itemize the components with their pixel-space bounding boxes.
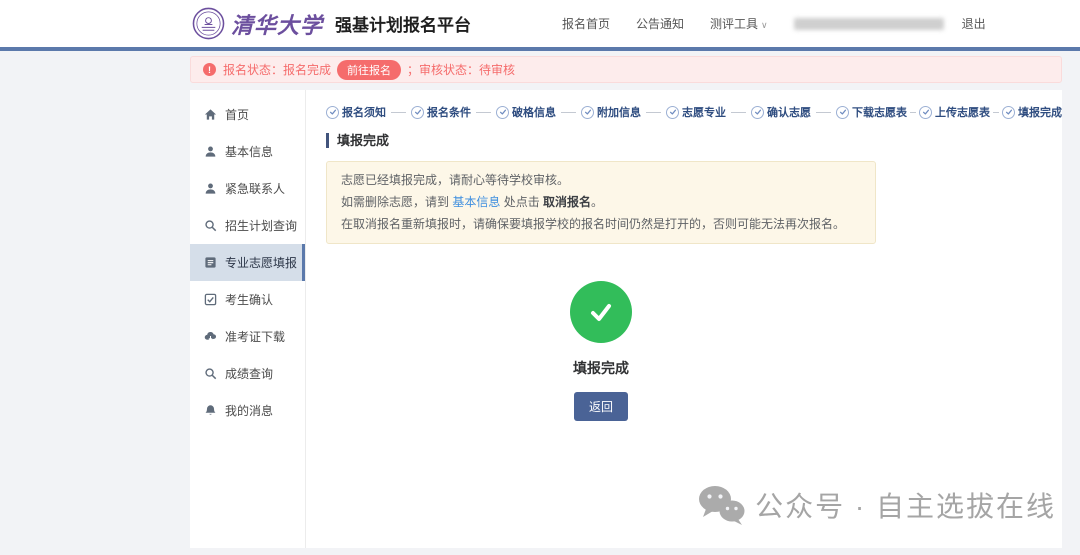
back-button[interactable]: 返回 <box>574 392 628 421</box>
notice-box: 志愿已经填报完成，请耐心等待学校审核。 如需删除志愿，请到 基本信息 处点击 取… <box>326 161 876 244</box>
notice-line-3: 在取消报名重新填报时，请确保要填报学校的报名时间仍然是打开的，否则可能无法再次报… <box>341 213 861 235</box>
user-icon <box>204 182 217 195</box>
success-title: 填报完成 <box>326 358 876 378</box>
sidebar-item-home[interactable]: 首页 <box>190 96 305 133</box>
sidebar-item-label: 基本信息 <box>225 143 273 160</box>
step-confirm-choice: 确认志愿 <box>751 104 811 120</box>
sidebar-item-label: 我的消息 <box>225 402 273 419</box>
step-connector <box>476 112 491 113</box>
notice-line-1: 志愿已经填报完成，请耐心等待学校审核。 <box>341 169 861 191</box>
university-logo-text: 清华大学 <box>231 8 323 40</box>
sidebar-item-label: 考生确认 <box>225 291 273 308</box>
nav-assessment-tools[interactable]: 测评工具∨ <box>710 15 768 32</box>
step-label: 下载志愿表 <box>852 104 907 120</box>
user-name-redacted <box>794 18 944 30</box>
watermark: 公众号 · 自主选拔在线 <box>697 485 1056 525</box>
step-check-icon <box>919 106 932 119</box>
logout-button[interactable]: 退出 <box>962 15 986 32</box>
cloud-download-icon <box>204 330 217 343</box>
content-panel: 首页基本信息紧急联系人招生计划查询专业志愿填报考生确认准考证下载成绩查询我的消息… <box>190 90 1062 548</box>
cancel-registration-text: 取消报名 <box>543 195 591 209</box>
sidebar-item-admission-ticket[interactable]: 准考证下载 <box>190 318 305 355</box>
chevron-down-icon: ∨ <box>761 20 768 30</box>
step-connector <box>391 112 406 113</box>
step-check-icon <box>411 106 424 119</box>
go-register-button[interactable]: 前往报名 <box>337 60 401 80</box>
sidebar-item-major-application[interactable]: 专业志愿填报 <box>190 244 305 281</box>
step-notice: 报名须知 <box>326 104 386 120</box>
site-title: 强基计划报名平台 <box>335 11 471 36</box>
alert-status-text: 报名状态：报名完成 <box>223 61 331 78</box>
step-label: 填报完成 <box>1018 104 1062 120</box>
sidebar-item-score-query[interactable]: 成绩查询 <box>190 355 305 392</box>
sidebar-item-plan-query[interactable]: 招生计划查询 <box>190 207 305 244</box>
step-check-icon <box>751 106 764 119</box>
step-conditions: 报名条件 <box>411 104 471 120</box>
step-label: 上传志愿表 <box>935 104 990 120</box>
success-check-icon <box>570 281 632 343</box>
step-label: 确认志愿 <box>767 104 811 120</box>
wechat-icon <box>697 485 745 525</box>
sidebar-item-messages[interactable]: 我的消息 <box>190 392 305 429</box>
step-connector <box>816 112 831 113</box>
watermark-text: 公众号 · 自主选拔在线 <box>755 485 1056 525</box>
step-check-icon <box>581 106 594 119</box>
main-content: 报名须知报名条件破格信息附加信息志愿专业确认志愿下载志愿表上传志愿表填报完成 填… <box>306 90 1062 548</box>
error-icon: ! <box>203 63 216 76</box>
step-exception-info: 破格信息 <box>496 104 556 120</box>
document-icon <box>204 256 217 269</box>
sidebar-menu: 首页基本信息紧急联系人招生计划查询专业志愿填报考生确认准考证下载成绩查询我的消息 <box>190 90 306 548</box>
step-check-icon <box>326 106 339 119</box>
nav-announcements[interactable]: 公告通知 <box>636 15 684 32</box>
university-seal-icon <box>192 7 225 40</box>
header-divider <box>0 47 1080 51</box>
step-label: 志愿专业 <box>682 104 726 120</box>
step-label: 破格信息 <box>512 104 556 120</box>
sidebar-item-label: 紧急联系人 <box>225 180 285 197</box>
step-check-icon <box>1002 106 1015 119</box>
user-icon <box>204 145 217 158</box>
home-icon <box>204 108 217 121</box>
step-connector <box>910 112 916 113</box>
check-square-icon <box>204 293 217 306</box>
step-complete: 填报完成 <box>1002 104 1062 120</box>
step-label: 附加信息 <box>597 104 641 120</box>
step-check-icon <box>836 106 849 119</box>
step-label: 报名条件 <box>427 104 471 120</box>
notice-line-2: 如需删除志愿，请到 基本信息 处点击 取消报名。 <box>341 191 861 213</box>
step-check-icon <box>666 106 679 119</box>
sidebar-item-label: 准考证下载 <box>225 328 285 345</box>
step-connector <box>993 112 999 113</box>
search-icon <box>204 367 217 380</box>
success-area: 填报完成 返回 <box>326 281 876 421</box>
step-connector <box>646 112 661 113</box>
step-check-icon <box>496 106 509 119</box>
step-connector <box>731 112 746 113</box>
step-additional-info: 附加信息 <box>581 104 641 120</box>
step-upload-form: 上传志愿表 <box>919 104 990 120</box>
sidebar-item-label: 首页 <box>225 106 249 123</box>
sidebar-item-label: 成绩查询 <box>225 365 273 382</box>
basic-info-link[interactable]: 基本信息 <box>452 195 500 209</box>
nav-home[interactable]: 报名首页 <box>562 15 610 32</box>
status-alert: ! 报名状态：报名完成 前往报名 ；审核状态：待审核 <box>190 56 1062 83</box>
alert-review-text: ；审核状态：待审核 <box>407 61 515 78</box>
step-connector <box>561 112 576 113</box>
header: 清华大学 强基计划报名平台 报名首页 公告通知 测评工具∨ 退出 <box>0 0 1080 47</box>
sidebar-item-emergency-contact[interactable]: 紧急联系人 <box>190 170 305 207</box>
sidebar-item-label: 招生计划查询 <box>225 217 297 234</box>
step-major-choice: 志愿专业 <box>666 104 726 120</box>
section-title: 填报完成 <box>326 133 876 148</box>
step-download-form: 下载志愿表 <box>836 104 907 120</box>
bell-icon <box>204 404 217 417</box>
search-icon <box>204 219 217 232</box>
step-label: 报名须知 <box>342 104 386 120</box>
progress-steps: 报名须知报名条件破格信息附加信息志愿专业确认志愿下载志愿表上传志愿表填报完成 <box>326 104 876 120</box>
sidebar-item-basic-info[interactable]: 基本信息 <box>190 133 305 170</box>
sidebar-item-candidate-confirm[interactable]: 考生确认 <box>190 281 305 318</box>
top-nav: 报名首页 公告通知 测评工具∨ 退出 <box>562 0 986 47</box>
sidebar-item-label: 专业志愿填报 <box>225 254 297 271</box>
